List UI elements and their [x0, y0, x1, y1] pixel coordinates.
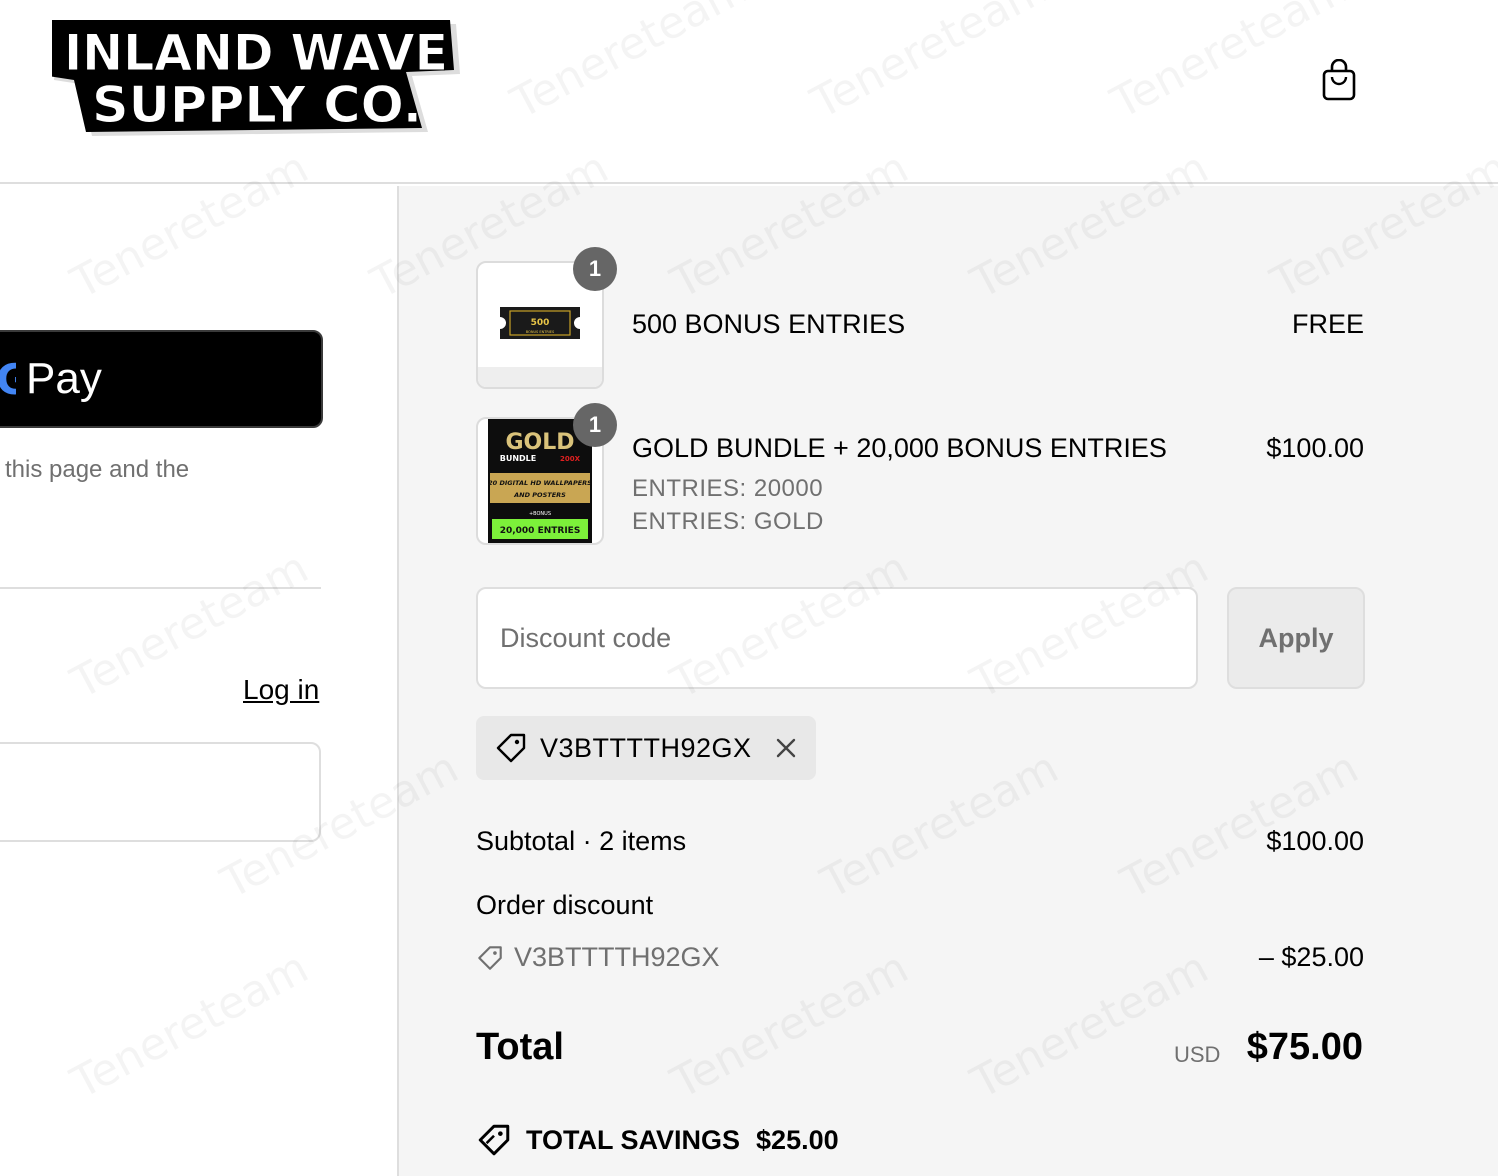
express-checkout-disclaimer: this page and the — [5, 456, 190, 483]
summary-discount-code: V3BTTTTH92GX — [514, 942, 720, 972]
thumb-bundle: BUNDLE — [500, 454, 537, 463]
thumb-bonus: +BONUS — [529, 511, 551, 517]
logo-line-1: INLAND WAVE — [64, 24, 448, 82]
store-logo[interactable]: INLAND WAVE SUPPLY CO. — [52, 20, 464, 138]
apply-discount-button[interactable]: Apply — [1227, 587, 1365, 689]
item-price: $100.00 — [1266, 433, 1364, 463]
order-discount-row: Order discount — [476, 890, 1364, 921]
logo-line-2: SUPPLY CO. — [92, 76, 422, 134]
subtotal-label: Subtotal · 2 items — [476, 826, 687, 856]
google-g-icon: G — [0, 355, 16, 404]
thumb-desc-2: AND POSTERS — [513, 491, 566, 499]
item-title: GOLD BUNDLE + 20,000 BONUS ENTRIES — [632, 433, 1167, 463]
cart-button[interactable] — [1318, 56, 1360, 104]
tag-icon — [496, 733, 526, 763]
line-item: 500 BONUS ENTRIES 1 500 BONUS ENTRIES FR… — [476, 247, 1364, 389]
ticket-subtitle: BONUS ENTRIES — [526, 330, 555, 334]
google-pay-button[interactable]: G Pay — [0, 330, 323, 428]
savings-value: $25.00 — [756, 1124, 839, 1155]
login-link[interactable]: Log in — [243, 674, 319, 706]
subtotal-row: Subtotal · 2 items $100.00 — [476, 826, 1364, 857]
section-divider — [0, 587, 321, 589]
thumb-entries: 20,000 ENTRIES — [500, 526, 581, 536]
quantity-badge: 1 — [573, 403, 617, 447]
google-pay-label: Pay — [26, 354, 102, 403]
discount-code-row: V3BTTTTH92GX – $25.00 — [476, 942, 1364, 979]
applied-discount-chip: V3BTTTTH92GX — [476, 716, 816, 780]
item-variant: ENTRIES: GOLD — [632, 508, 824, 535]
line-item: GOLD BUNDLE 200X 20 DIGITAL HD WALLPAPER… — [476, 403, 1364, 545]
close-icon — [776, 738, 795, 758]
discount-code: V3BTTTTH92GX — [540, 732, 752, 763]
item-price: FREE — [1291, 309, 1364, 339]
order-discount-label: Order discount — [476, 890, 654, 920]
shopping-bag-icon — [1322, 59, 1356, 101]
checkout-form-column: G Pay this page and the Log in — [0, 186, 397, 1176]
total-label: Total — [476, 1026, 564, 1068]
tag-icon — [478, 1124, 510, 1156]
order-summary: 500 BONUS ENTRIES 1 500 BONUS ENTRIES FR… — [397, 186, 1498, 1176]
item-variant: ENTRIES: 20000 — [632, 475, 824, 502]
thumb-title: GOLD — [505, 430, 574, 455]
total-savings: TOTAL SAVINGS $25.00 — [476, 1122, 839, 1158]
savings-label: TOTAL SAVINGS — [526, 1124, 741, 1155]
site-header: INLAND WAVE SUPPLY CO. — [0, 0, 1498, 184]
discount-value: – $25.00 — [1258, 942, 1364, 972]
email-field[interactable] — [0, 742, 321, 842]
item-title: 500 BONUS ENTRIES — [632, 309, 906, 339]
ticket-number: 500 — [531, 318, 550, 328]
thumb-tag: 200X — [560, 455, 581, 463]
remove-discount-button[interactable] — [774, 736, 798, 760]
quantity-badge: 1 — [573, 247, 617, 291]
subtotal-value: $100.00 — [1266, 826, 1364, 856]
thumb-desc-1: 20 DIGITAL HD WALLPAPERS — [488, 479, 592, 487]
discount-code-input[interactable] — [476, 587, 1198, 689]
tag-icon — [478, 945, 502, 970]
currency-code: USD — [1174, 1042, 1221, 1067]
total-value: $75.00 — [1246, 1026, 1363, 1068]
